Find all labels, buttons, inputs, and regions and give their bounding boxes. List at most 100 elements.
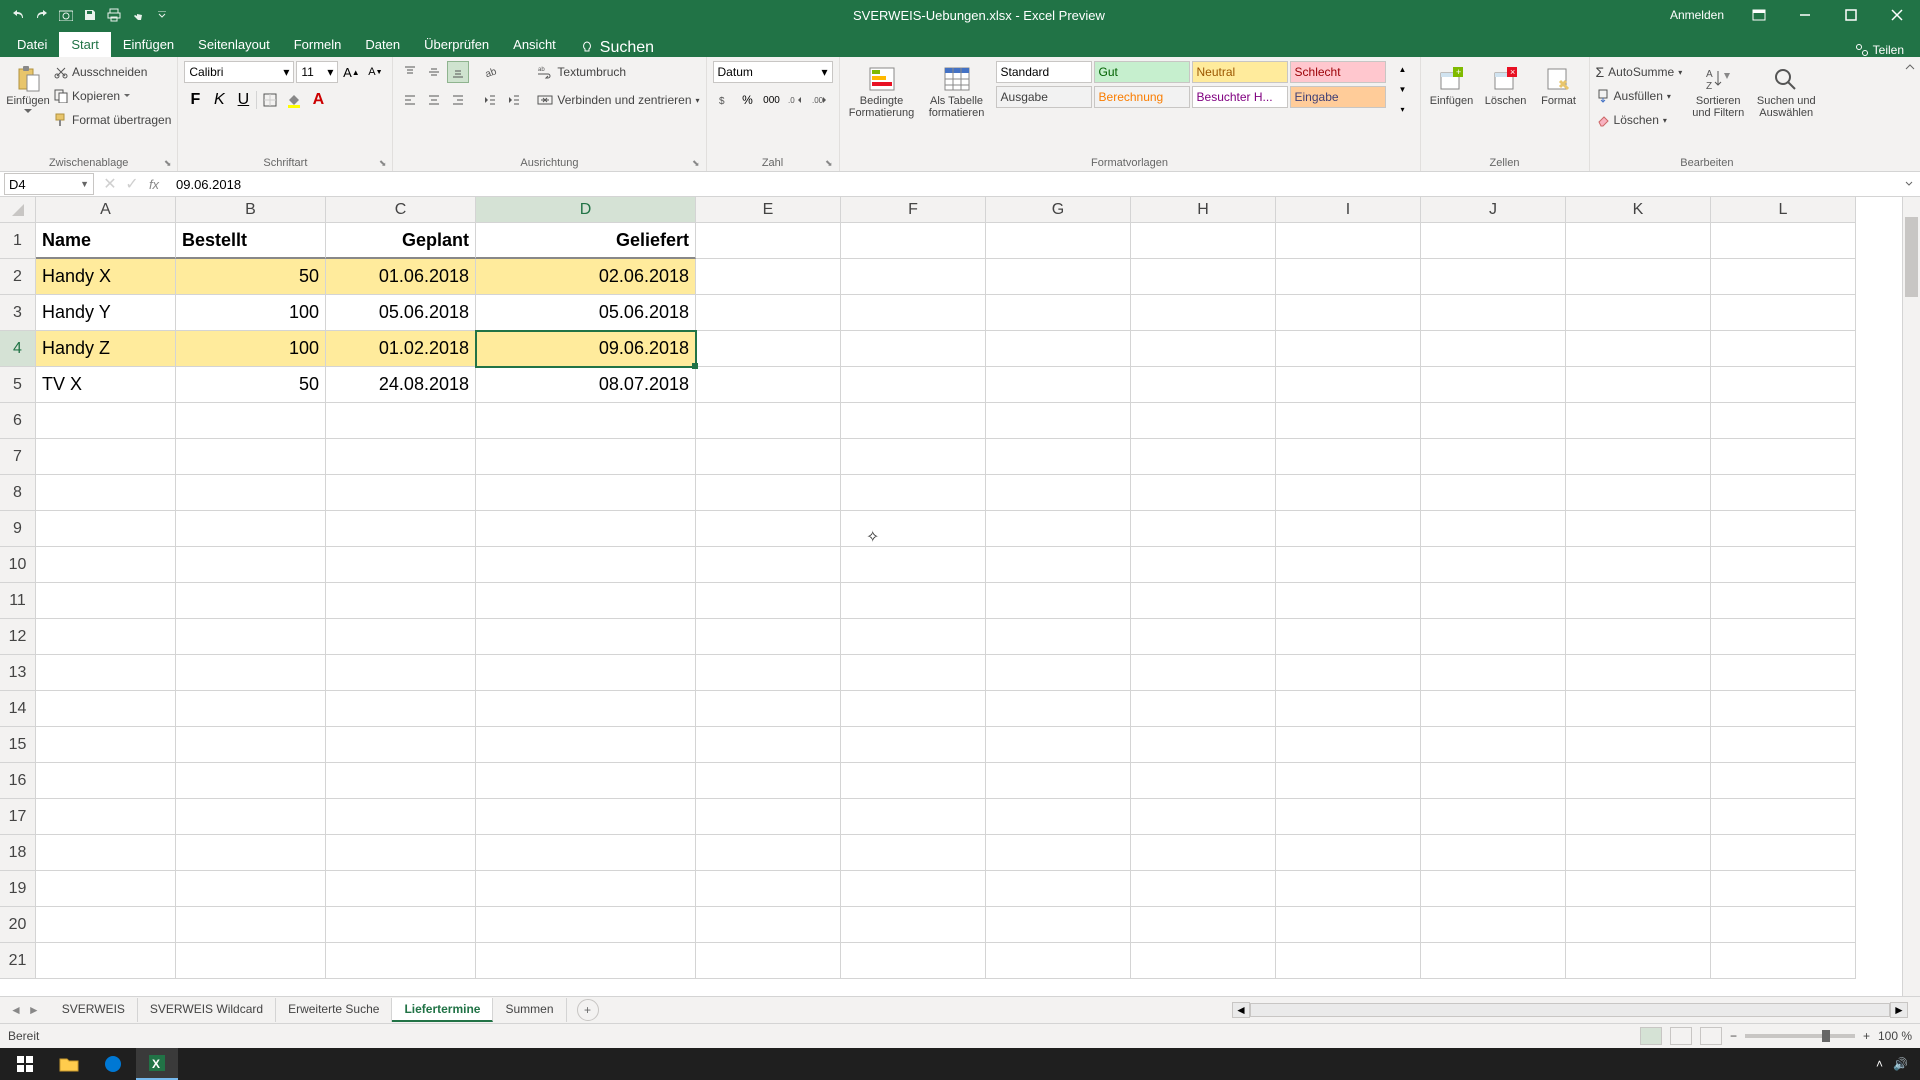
find-select-button[interactable]: Suchen und Auswählen (1754, 61, 1818, 119)
cell-L20[interactable] (1711, 907, 1856, 943)
align-center-icon[interactable] (423, 89, 445, 111)
cell-I4[interactable] (1276, 331, 1421, 367)
row-header-2[interactable]: 2 (0, 259, 36, 295)
cell-D6[interactable] (476, 403, 696, 439)
cell-L3[interactable] (1711, 295, 1856, 331)
cell-C5[interactable]: 24.08.2018 (326, 367, 476, 403)
cell-style-ausgabe[interactable]: Ausgabe (996, 86, 1092, 108)
hscroll-track[interactable] (1250, 1003, 1890, 1017)
cell-F4[interactable] (841, 331, 986, 367)
cell-G14[interactable] (986, 691, 1131, 727)
cell-H12[interactable] (1131, 619, 1276, 655)
cell-B19[interactable] (176, 871, 326, 907)
ribbon-display-icon[interactable] (1736, 0, 1782, 30)
autosum-button[interactable]: ΣAutoSumme▾ (1596, 61, 1683, 83)
cell-I21[interactable] (1276, 943, 1421, 979)
cell-L18[interactable] (1711, 835, 1856, 871)
cell-C20[interactable] (326, 907, 476, 943)
row-header-1[interactable]: 1 (0, 223, 36, 259)
row-header-9[interactable]: 9 (0, 511, 36, 547)
zoom-level[interactable]: 100 % (1878, 1029, 1912, 1043)
file-explorer-icon[interactable] (48, 1048, 90, 1080)
cell-F7[interactable] (841, 439, 986, 475)
cell-C18[interactable] (326, 835, 476, 871)
add-sheet-button[interactable]: + (577, 999, 599, 1021)
cell-K13[interactable] (1566, 655, 1711, 691)
cell-A18[interactable] (36, 835, 176, 871)
font-name-select[interactable]: Calibri▾ (184, 61, 294, 83)
cell-H6[interactable] (1131, 403, 1276, 439)
gallery-more-icon[interactable]: ▾ (1392, 101, 1414, 117)
cell-H17[interactable] (1131, 799, 1276, 835)
fbar-cancel-icon[interactable]: ✕ (100, 174, 120, 194)
cell-I15[interactable] (1276, 727, 1421, 763)
cell-J10[interactable] (1421, 547, 1566, 583)
cell-B18[interactable] (176, 835, 326, 871)
cell-E19[interactable] (696, 871, 841, 907)
cell-B8[interactable] (176, 475, 326, 511)
currency-icon[interactable]: $ (713, 89, 735, 111)
cell-I2[interactable] (1276, 259, 1421, 295)
formula-input[interactable]: 09.06.2018 (170, 177, 1898, 192)
cell-K6[interactable] (1566, 403, 1711, 439)
cell-F5[interactable] (841, 367, 986, 403)
cell-A2[interactable]: Handy X (36, 259, 176, 295)
italic-button[interactable]: K (208, 89, 230, 111)
cell-A1[interactable]: Name (36, 223, 176, 259)
tray-volume-icon[interactable]: 🔊 (1893, 1057, 1908, 1071)
align-right-icon[interactable] (447, 89, 469, 111)
cell-C8[interactable] (326, 475, 476, 511)
cell-A21[interactable] (36, 943, 176, 979)
cell-J17[interactable] (1421, 799, 1566, 835)
increase-font-icon[interactable]: A▲ (340, 61, 362, 83)
cell-B2[interactable]: 50 (176, 259, 326, 295)
col-header-C[interactable]: C (326, 197, 476, 223)
col-header-J[interactable]: J (1421, 197, 1566, 223)
cell-L12[interactable] (1711, 619, 1856, 655)
cell-F21[interactable] (841, 943, 986, 979)
cell-G13[interactable] (986, 655, 1131, 691)
cell-G3[interactable] (986, 295, 1131, 331)
row-header-3[interactable]: 3 (0, 295, 36, 331)
cell-H14[interactable] (1131, 691, 1276, 727)
number-format-select[interactable]: Datum▾ (713, 61, 833, 83)
scrollbar-thumb[interactable] (1905, 217, 1918, 297)
cell-L21[interactable] (1711, 943, 1856, 979)
row-header-14[interactable]: 14 (0, 691, 36, 727)
tab-layout[interactable]: Seitenlayout (186, 32, 282, 57)
start-button[interactable] (4, 1048, 46, 1080)
name-box[interactable]: D4▼ (4, 173, 94, 195)
col-header-E[interactable]: E (696, 197, 841, 223)
cell-H19[interactable] (1131, 871, 1276, 907)
cell-F18[interactable] (841, 835, 986, 871)
format-cells-button[interactable]: Format (1535, 61, 1583, 107)
fill-button[interactable]: Ausfüllen▾ (1596, 85, 1683, 107)
cell-E16[interactable] (696, 763, 841, 799)
cell-C9[interactable] (326, 511, 476, 547)
align-left-icon[interactable] (399, 89, 421, 111)
cell-J14[interactable] (1421, 691, 1566, 727)
cell-A15[interactable] (36, 727, 176, 763)
cell-G4[interactable] (986, 331, 1131, 367)
row-header-18[interactable]: 18 (0, 835, 36, 871)
align-top-icon[interactable] (399, 61, 421, 83)
cell-B9[interactable] (176, 511, 326, 547)
cell-F19[interactable] (841, 871, 986, 907)
cell-D4[interactable]: 09.06.2018 (476, 331, 696, 367)
cell-G17[interactable] (986, 799, 1131, 835)
tray-chevron-icon[interactable]: ˄ (1876, 1057, 1883, 1071)
cell-H10[interactable] (1131, 547, 1276, 583)
cell-K19[interactable] (1566, 871, 1711, 907)
cell-L16[interactable] (1711, 763, 1856, 799)
tab-start[interactable]: Start (59, 32, 110, 57)
cell-G21[interactable] (986, 943, 1131, 979)
cell-K3[interactable] (1566, 295, 1711, 331)
cell-H4[interactable] (1131, 331, 1276, 367)
cell-C16[interactable] (326, 763, 476, 799)
cell-A10[interactable] (36, 547, 176, 583)
cell-F1[interactable] (841, 223, 986, 259)
cell-H9[interactable] (1131, 511, 1276, 547)
cell-A5[interactable]: TV X (36, 367, 176, 403)
cell-F3[interactable] (841, 295, 986, 331)
cell-L11[interactable] (1711, 583, 1856, 619)
